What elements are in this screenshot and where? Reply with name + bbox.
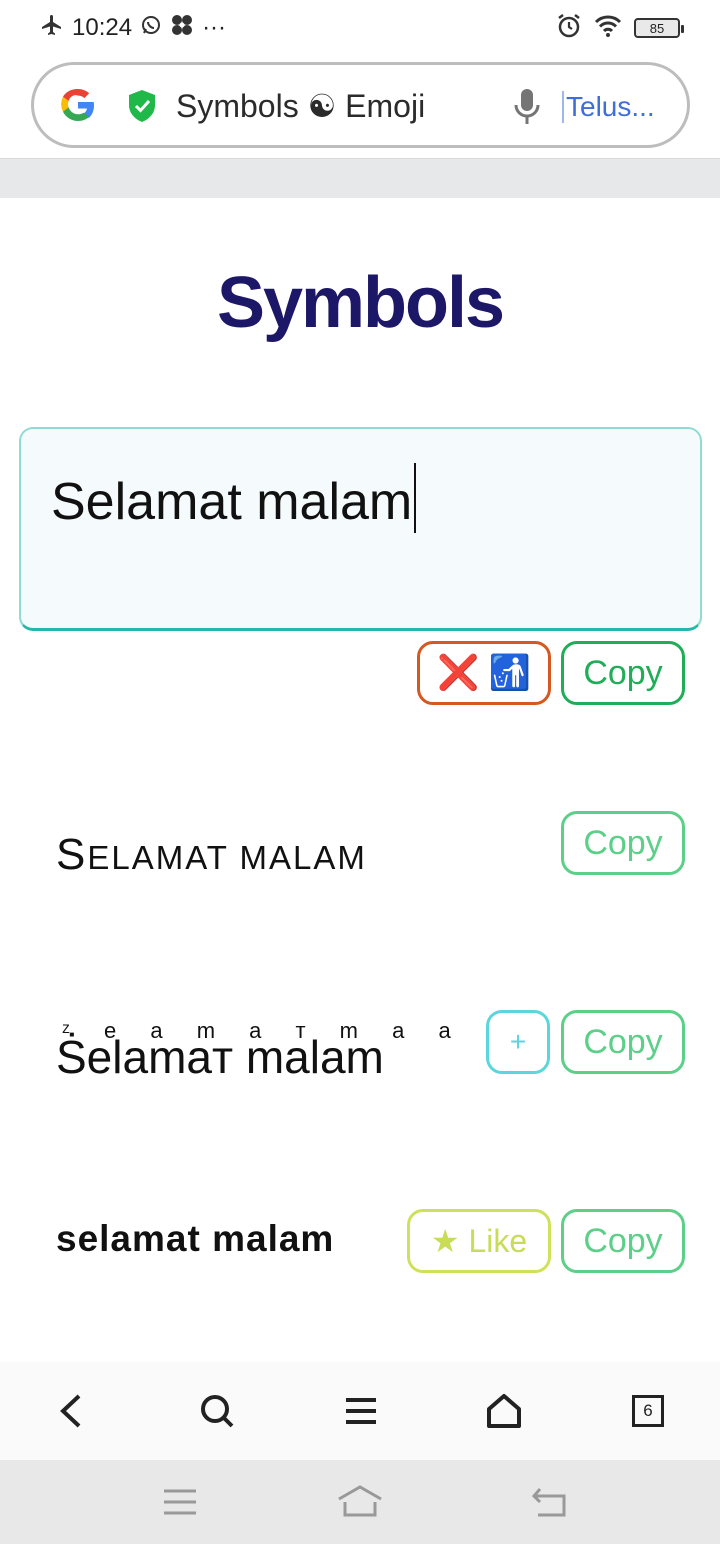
menu-icon[interactable] <box>338 1388 384 1434</box>
copy-input-button[interactable]: Copy <box>561 641 685 705</box>
copy-variant-2-button[interactable]: Copy <box>561 1010 685 1074</box>
back-icon[interactable] <box>49 1388 95 1434</box>
google-logo-icon <box>58 85 98 125</box>
battery-icon: 85 <box>634 18 684 38</box>
like-button[interactable]: ★ Like <box>407 1209 551 1273</box>
variant-small-caps-rest: ELAMAT MALAM <box>87 839 367 876</box>
whatsapp-icon <box>140 14 162 43</box>
battery-level: 85 <box>649 20 665 36</box>
text-caret <box>414 463 417 533</box>
variant-small-caps-first: S <box>56 830 88 879</box>
address-bar[interactable]: Symbols ☯ Emoji Telus... <box>31 62 690 148</box>
status-bar: 10:24 ··· 85 <box>0 0 720 58</box>
clear-button[interactable]: ❌ 🚮 <box>417 641 551 705</box>
copy-variant-1-button[interactable]: Copy <box>561 811 685 875</box>
secure-shield-icon[interactable] <box>126 89 158 123</box>
fan-icon <box>170 13 194 44</box>
recent-apps-icon[interactable] <box>162 1488 198 1521</box>
variant-bold: selamat malam <box>56 1218 335 1259</box>
browser-nav-bar: 6 <box>0 1362 720 1460</box>
airplane-icon <box>40 13 64 44</box>
add-button[interactable]: + <box>486 1010 550 1074</box>
status-right: 85 <box>556 12 684 44</box>
alarm-icon <box>556 13 582 44</box>
status-time: 10:24 <box>72 14 133 41</box>
status-left: 10:24 ··· <box>40 12 226 44</box>
variant-small-caps: SELAMAT MALAM <box>56 830 367 880</box>
address-bar-divider <box>0 158 720 198</box>
microphone-icon[interactable] <box>512 87 542 127</box>
text-input-box[interactable]: Selamat malam <box>19 427 702 631</box>
text-input-value[interactable]: Selamat malam <box>51 463 417 533</box>
system-nav-bar <box>0 1460 720 1544</box>
address-page-title[interactable]: Symbols ☯ Emoji <box>176 87 425 125</box>
page-title: Symbols <box>216 263 505 343</box>
address-side-text[interactable]: Telus... <box>562 91 655 123</box>
wifi-icon <box>594 14 622 43</box>
variant-superscript-main: Ṡelamaт malam <box>56 1031 384 1083</box>
tab-count: 6 <box>632 1395 664 1427</box>
home-icon[interactable] <box>481 1388 527 1434</box>
copy-variant-3-button[interactable]: Copy <box>561 1209 685 1273</box>
more-notifications: ··· <box>202 14 227 41</box>
system-home-icon[interactable] <box>336 1484 384 1523</box>
search-icon[interactable] <box>194 1388 240 1434</box>
tabs-icon[interactable]: 6 <box>625 1388 671 1434</box>
system-back-icon[interactable] <box>530 1486 568 1523</box>
